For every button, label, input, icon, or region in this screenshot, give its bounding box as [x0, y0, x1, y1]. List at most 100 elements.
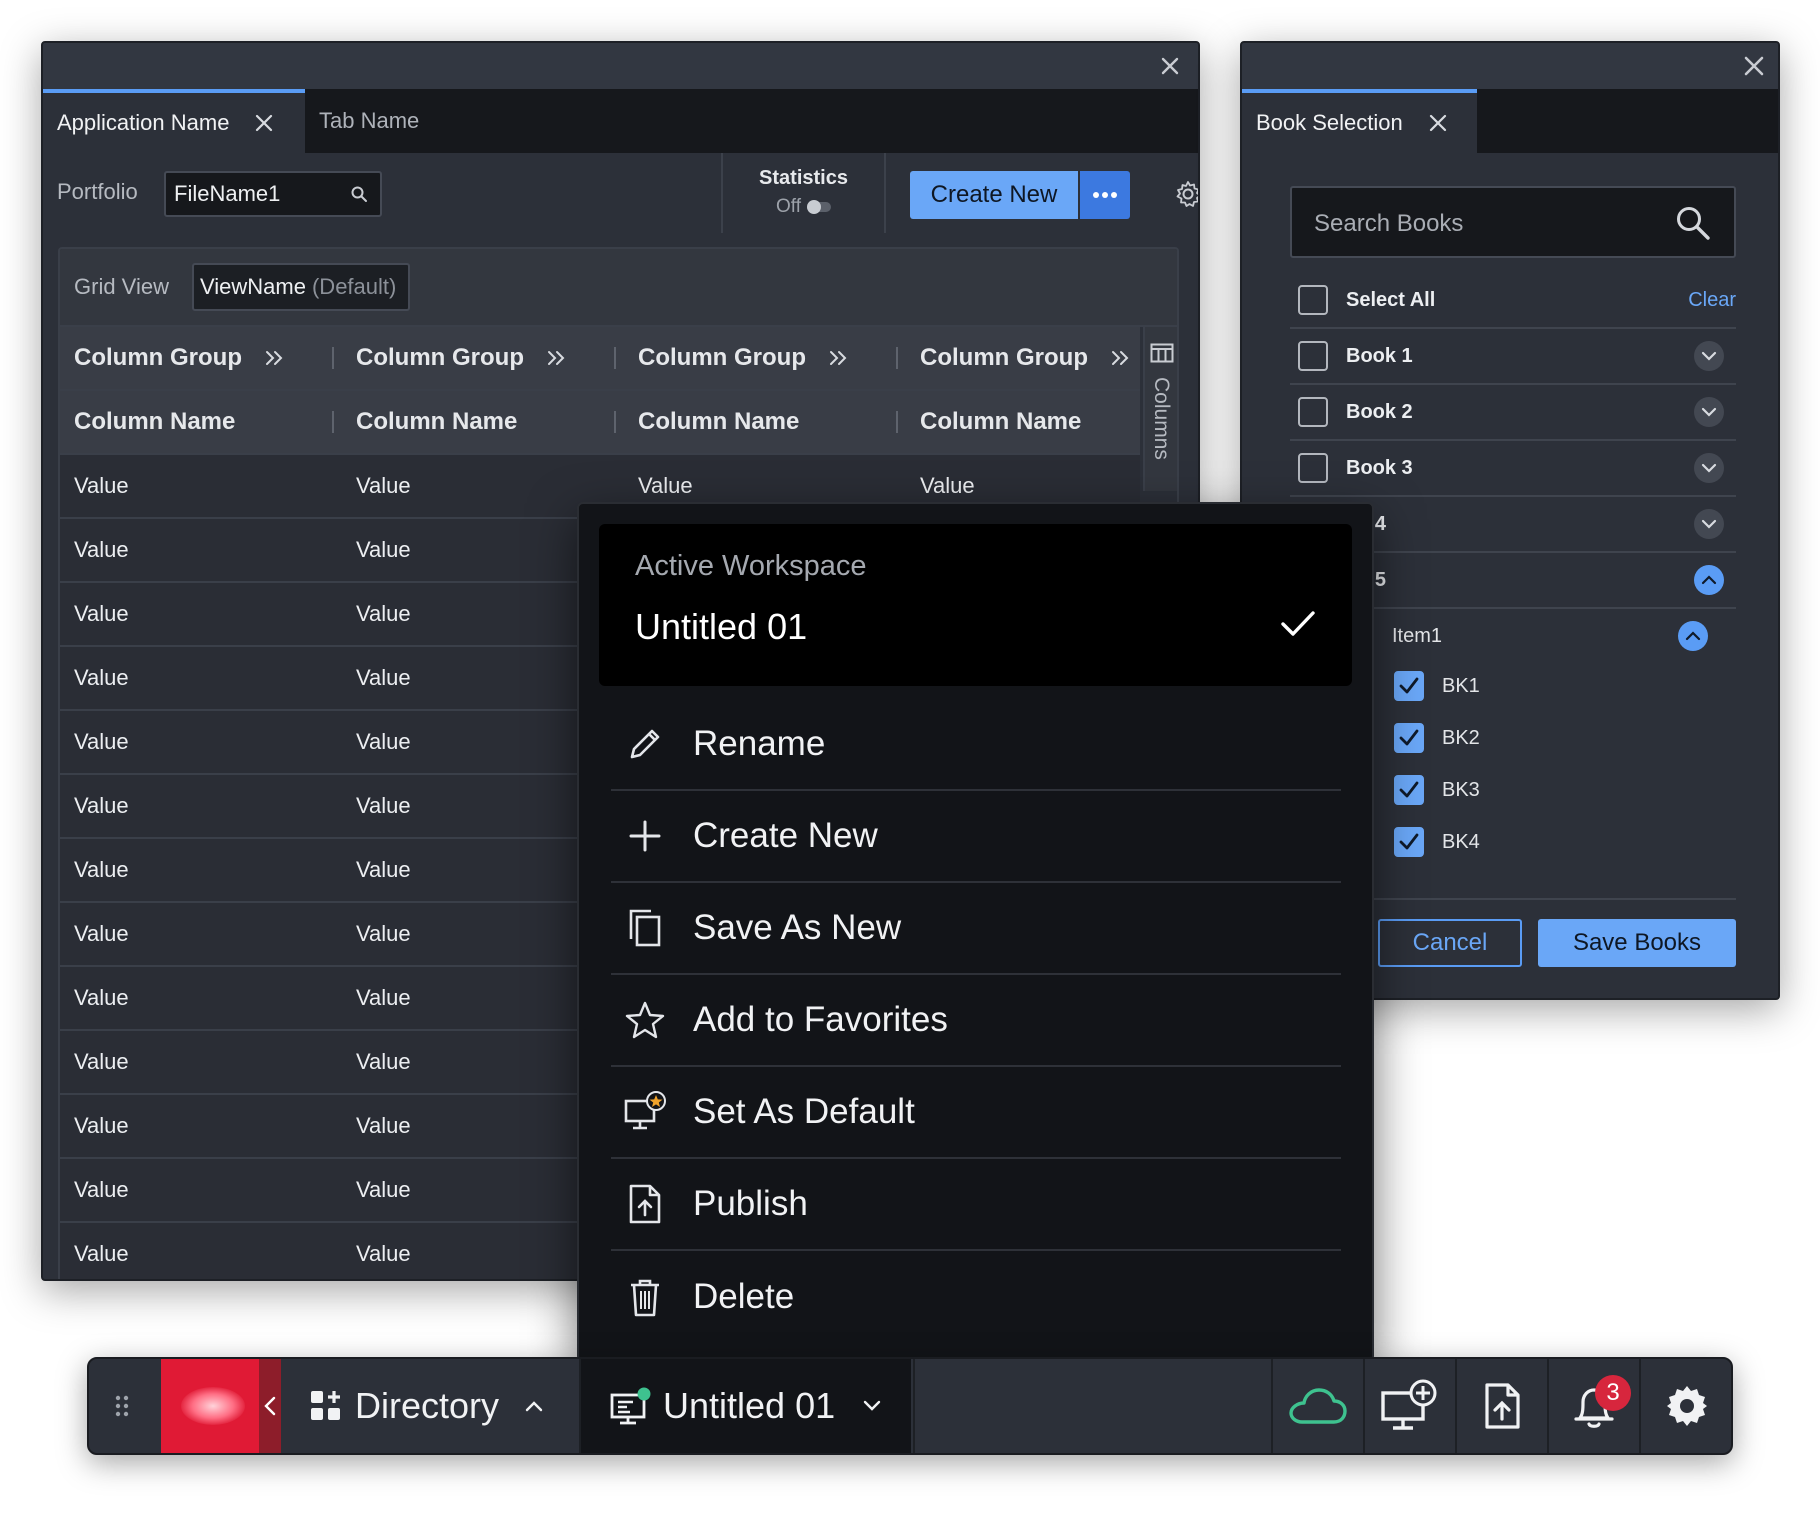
column-separator[interactable] [896, 411, 898, 433]
chevrons-right-icon[interactable] [1110, 350, 1130, 366]
view-name-value: ViewName [200, 274, 306, 299]
expand-book-button[interactable] [1694, 341, 1724, 371]
workspace-switcher[interactable]: Untitled 01 [581, 1359, 911, 1453]
menu-item-set-as-default[interactable]: Set As Default [611, 1067, 1341, 1159]
expand-book-button[interactable] [1694, 453, 1724, 483]
column-group-header[interactable]: Column Group [638, 327, 848, 389]
select-all-checkbox[interactable] [1298, 285, 1328, 315]
active-workspace-name: Untitled 01 [635, 606, 808, 647]
search-icon[interactable] [350, 185, 368, 203]
book-checkbox[interactable] [1298, 397, 1328, 427]
toggle-switch[interactable] [807, 200, 831, 214]
star-icon [623, 998, 667, 1042]
more-dots-icon [1092, 191, 1118, 199]
columns-panel-toggle[interactable]: Columns [1143, 327, 1177, 491]
column-group-header[interactable]: Column Group [74, 327, 284, 389]
directory-label: Directory [355, 1385, 500, 1426]
window-titlebar [43, 43, 1198, 89]
check-icon [1396, 673, 1422, 699]
book-checkbox[interactable] [1298, 341, 1328, 371]
chevrons-right-icon[interactable] [546, 350, 566, 366]
tab-strip: Application Name Tab Name [43, 89, 1198, 153]
column-separator[interactable] [614, 347, 616, 369]
sub-item-label: BK2 [1442, 727, 1480, 749]
book-row[interactable]: Book 2 [1290, 385, 1736, 441]
tab-tab-name[interactable]: Tab Name [319, 89, 499, 153]
clear-link[interactable]: Clear [1688, 289, 1736, 312]
statistics-toggle[interactable]: Statistics Off [721, 153, 886, 233]
column-separator[interactable] [332, 411, 334, 433]
close-tab-icon[interactable] [1427, 112, 1449, 134]
settings-button[interactable] [1641, 1359, 1731, 1453]
column-separator[interactable] [332, 347, 334, 369]
sub-item-checkbox[interactable] [1394, 723, 1424, 753]
chevrons-right-icon[interactable] [264, 350, 284, 366]
book-row[interactable]: Book 1 [1290, 329, 1736, 385]
save-books-button[interactable]: Save Books [1538, 919, 1736, 967]
table-cell: Value [74, 601, 129, 626]
more-options-button[interactable] [1080, 171, 1130, 219]
table-cell: Value [74, 793, 129, 818]
new-workspace-button[interactable] [1365, 1359, 1455, 1453]
column-separator[interactable] [614, 411, 616, 433]
cloud-icon [1288, 1386, 1348, 1426]
menu-item-delete[interactable]: Delete [611, 1251, 1341, 1343]
directory-button[interactable]: Directory [309, 1359, 571, 1453]
gear-icon[interactable] [1173, 179, 1198, 209]
tab-application-name[interactable]: Application Name [43, 89, 305, 153]
active-workspace-card[interactable]: Active Workspace Untitled 01 [599, 524, 1352, 686]
cloud-status-button[interactable] [1273, 1359, 1363, 1453]
columns-label: Columns [1150, 377, 1173, 460]
book-row[interactable]: Book 3 [1290, 441, 1736, 497]
menu-item-rename[interactable]: Rename [611, 699, 1341, 791]
column-name-header[interactable]: Column Name [74, 391, 235, 453]
sub-item-checkbox[interactable] [1394, 775, 1424, 805]
menu-item-publish[interactable]: Publish [611, 1159, 1341, 1251]
column-name-header[interactable]: Column Name [920, 391, 1081, 453]
select-all-row: Select All Clear [1290, 273, 1736, 329]
column-name-header[interactable]: Column Name [356, 391, 517, 453]
view-name-select[interactable]: ViewName (Default) [192, 263, 410, 311]
monitor-star-icon [623, 1090, 667, 1134]
statistics-title: Statistics [759, 167, 848, 189]
create-new-button[interactable]: Create New [910, 171, 1078, 219]
chevrons-right-icon[interactable] [828, 350, 848, 366]
tab-label: Application Name [57, 110, 230, 135]
expand-book-button[interactable] [1694, 509, 1724, 539]
window-close-icon[interactable] [1740, 52, 1768, 80]
expand-book-button[interactable] [1694, 397, 1724, 427]
book-checkbox[interactable] [1298, 453, 1328, 483]
book-label: Book 1 [1346, 345, 1413, 367]
menu-item-save-as-new[interactable]: Save As New [611, 883, 1341, 975]
table-cell: Value [74, 1177, 129, 1202]
collapse-sub-group-button[interactable] [1678, 621, 1708, 651]
workspace-monitor-icon [609, 1387, 651, 1425]
collapse-book-button[interactable] [1694, 565, 1724, 595]
column-name-header[interactable]: Column Name [638, 391, 799, 453]
brand-logo[interactable] [161, 1359, 259, 1453]
menu-item-create-new[interactable]: Create New [611, 791, 1341, 883]
sub-item-checkbox[interactable] [1394, 671, 1424, 701]
column-group-header[interactable]: Column Group [356, 327, 566, 389]
table-cell: Value [356, 1113, 411, 1138]
collapse-logo-button[interactable] [259, 1359, 281, 1453]
cancel-button[interactable]: Cancel [1378, 919, 1522, 967]
search-icon[interactable] [1674, 204, 1712, 242]
menu-item-add-to-favorites[interactable]: Add to Favorites [611, 975, 1341, 1067]
notifications-button[interactable]: 3 [1549, 1359, 1639, 1453]
table-cell: Value [356, 1049, 411, 1074]
portfolio-file-input[interactable]: FileName1 [164, 171, 382, 217]
close-tab-icon[interactable] [253, 112, 275, 134]
publish-button[interactable] [1457, 1359, 1547, 1453]
file-upload-icon [623, 1182, 667, 1226]
drag-handle-icon[interactable] [115, 1395, 129, 1417]
column-group-header[interactable]: Column Group [920, 327, 1130, 389]
column-separator[interactable] [896, 347, 898, 369]
sub-item-label: BK3 [1442, 779, 1480, 801]
table-cell: Value [74, 1113, 129, 1138]
book-search-input[interactable]: Search Books [1290, 186, 1736, 258]
tab-book-selection[interactable]: Book Selection [1242, 89, 1477, 153]
sub-item-checkbox[interactable] [1394, 827, 1424, 857]
window-close-icon[interactable] [1156, 52, 1184, 80]
tab-label: Tab Name [319, 108, 420, 133]
